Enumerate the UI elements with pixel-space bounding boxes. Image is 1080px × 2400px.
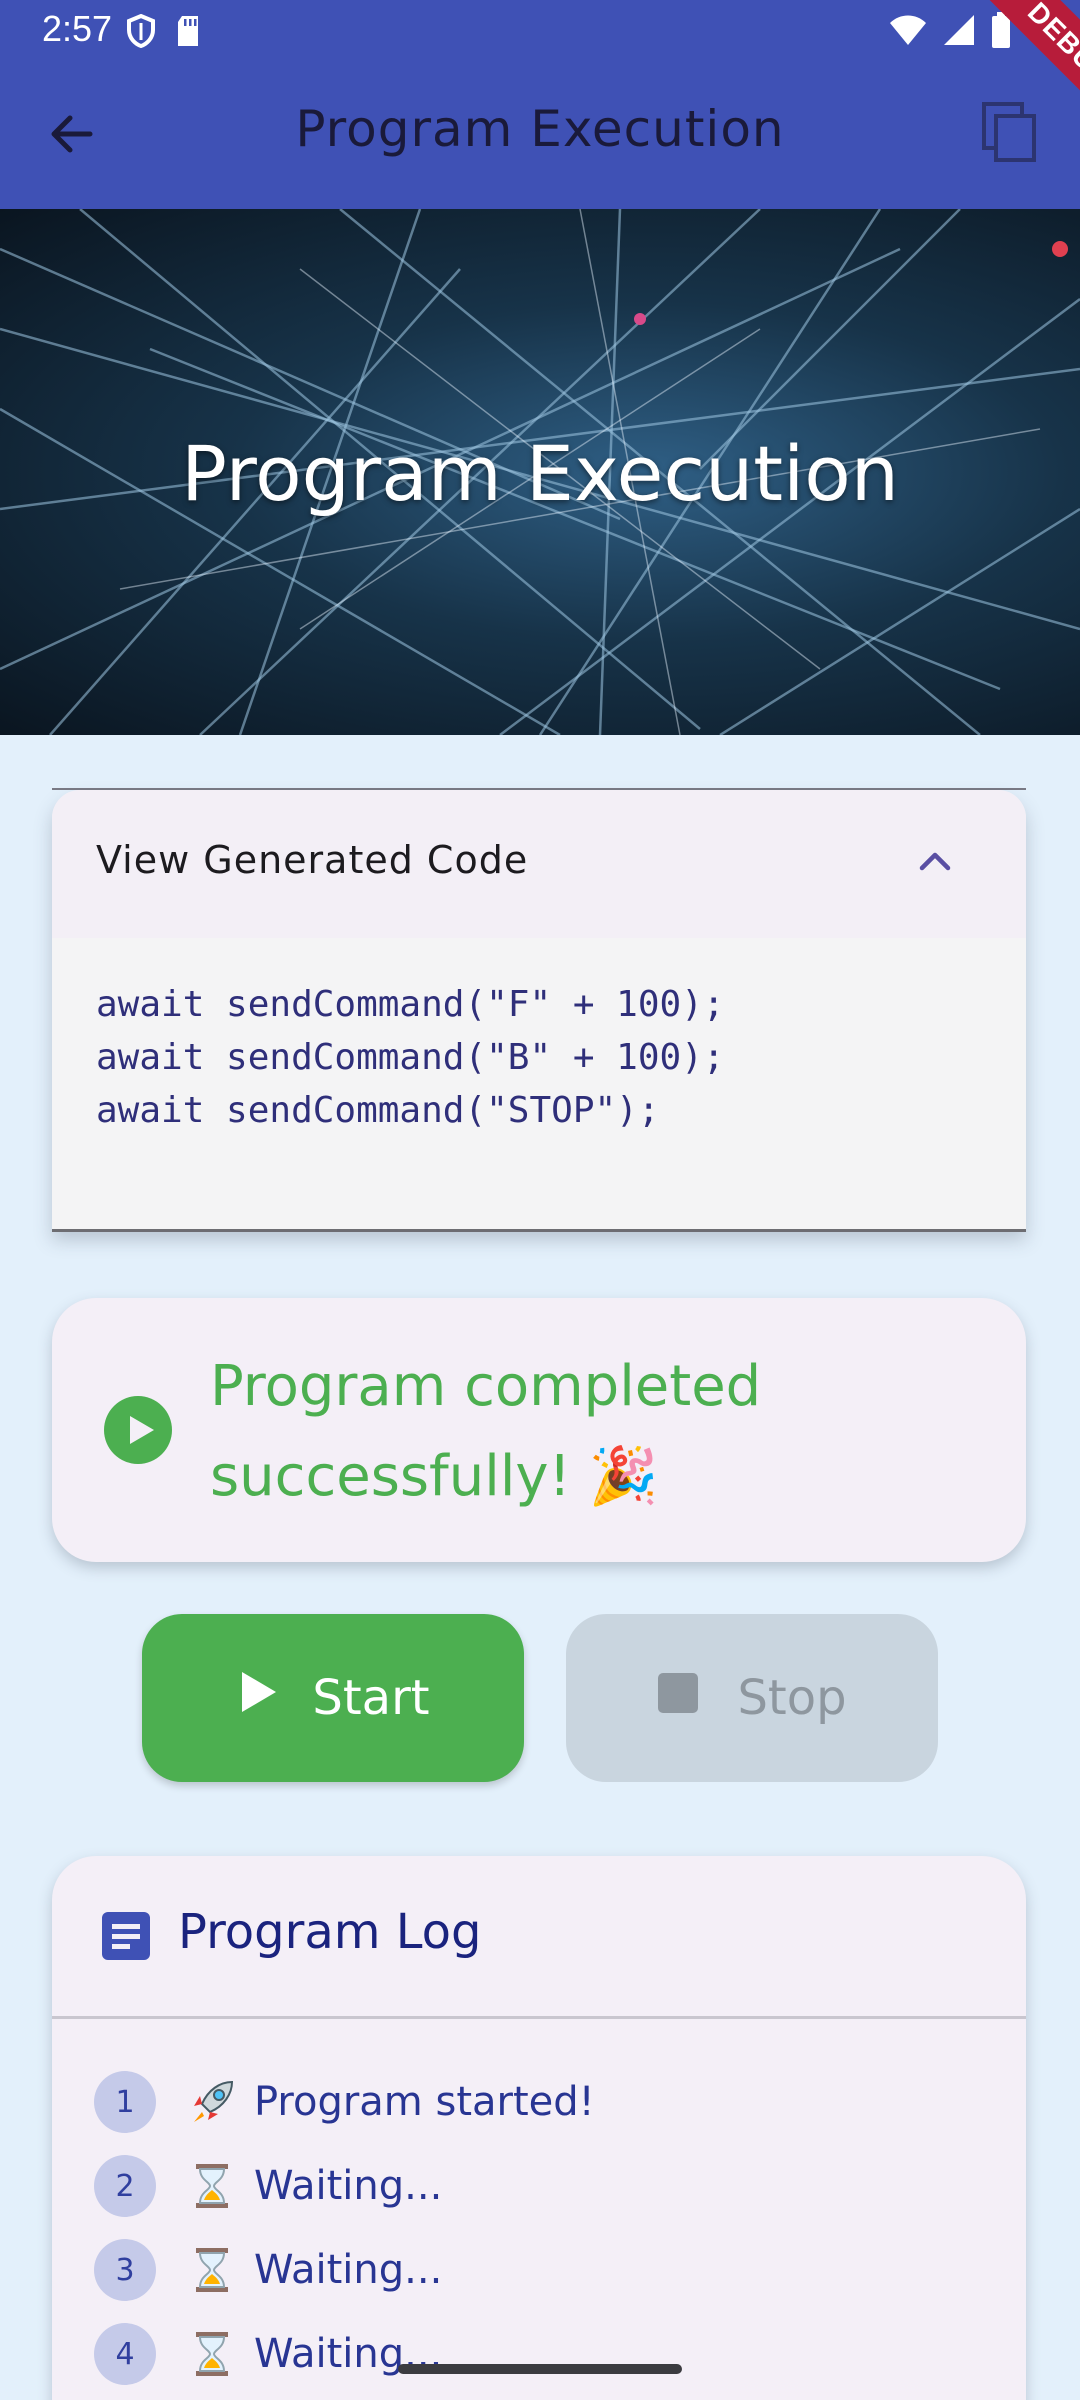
start-button-label: Start [312, 1670, 430, 1726]
stop-button-label: Stop [737, 1670, 847, 1726]
copy-icon [980, 102, 1040, 168]
code-line: await sendCommand("F" + 100); [96, 984, 725, 1025]
log-list: 1 Program started! 2 Waiting... 3 Waitin… [94, 2060, 595, 2396]
log-item: 3 Waiting... [94, 2228, 595, 2312]
hourglass-icon [186, 2328, 238, 2380]
status-card: Program completed successfully! 🎉 [52, 1298, 1026, 1562]
app-bar: 2:57 Program Execution DEBUG [0, 0, 1080, 209]
log-item: 2 Waiting... [94, 2144, 595, 2228]
hourglass-icon [186, 2244, 238, 2296]
stop-icon [657, 1670, 699, 1726]
log-item-number: 3 [94, 2239, 156, 2301]
play-circle-icon [102, 1394, 174, 1466]
log-item: 4 Waiting... [94, 2312, 595, 2396]
rocket-icon [186, 2076, 238, 2128]
log-item-number: 2 [94, 2155, 156, 2217]
chevron-up-icon[interactable] [910, 836, 960, 886]
log-item-text: Waiting... [254, 2163, 443, 2209]
home-indicator[interactable] [398, 2364, 682, 2374]
log-item-text: Program started! [254, 2079, 595, 2125]
status-message-line: successfully! 🎉 [210, 1444, 659, 1509]
code-line: await sendCommand("STOP"); [96, 1090, 660, 1131]
program-log-card: Program Log 1 Program started! 2 Waiting… [52, 1856, 1026, 2400]
play-icon [236, 1668, 280, 1728]
wifi-icon [888, 13, 928, 51]
log-item-number: 4 [94, 2323, 156, 2385]
hero-title: Program Execution [181, 429, 899, 518]
copy-button[interactable] [980, 100, 1050, 170]
code-panel-header[interactable]: View Generated Code [52, 790, 1026, 938]
status-right-icons [888, 12, 1012, 52]
code-panel-header-label: View Generated Code [96, 838, 529, 882]
code-block: await sendCommand("F" + 100); await send… [52, 938, 1026, 1230]
sd-card-icon [174, 14, 202, 52]
document-icon [100, 1910, 152, 1962]
stop-button[interactable]: Stop [566, 1614, 938, 1782]
log-item: 1 Program started! [94, 2060, 595, 2144]
status-left-icons [126, 13, 202, 52]
log-item-number: 1 [94, 2071, 156, 2133]
status-time: 2:57 [42, 8, 113, 49]
program-log-title: Program Log [178, 1904, 482, 1960]
status-message-line: Program completed [210, 1354, 762, 1419]
status-message: Program completed successfully! 🎉 [210, 1342, 970, 1522]
log-divider [52, 2016, 1026, 2019]
shield-icon [126, 13, 156, 52]
code-line: await sendCommand("B" + 100); [96, 1037, 725, 1078]
app-bar-title: Program Execution [295, 100, 785, 158]
generated-code-panel: View Generated Code await sendCommand("F… [52, 790, 1026, 1230]
start-button[interactable]: Start [142, 1614, 524, 1782]
hero-banner: Program Execution [0, 209, 1080, 735]
hourglass-icon [186, 2160, 238, 2212]
log-item-text: Waiting... [254, 2247, 443, 2293]
code-panel-divider-bottom [52, 1229, 1026, 1232]
signal-icon [942, 13, 976, 51]
